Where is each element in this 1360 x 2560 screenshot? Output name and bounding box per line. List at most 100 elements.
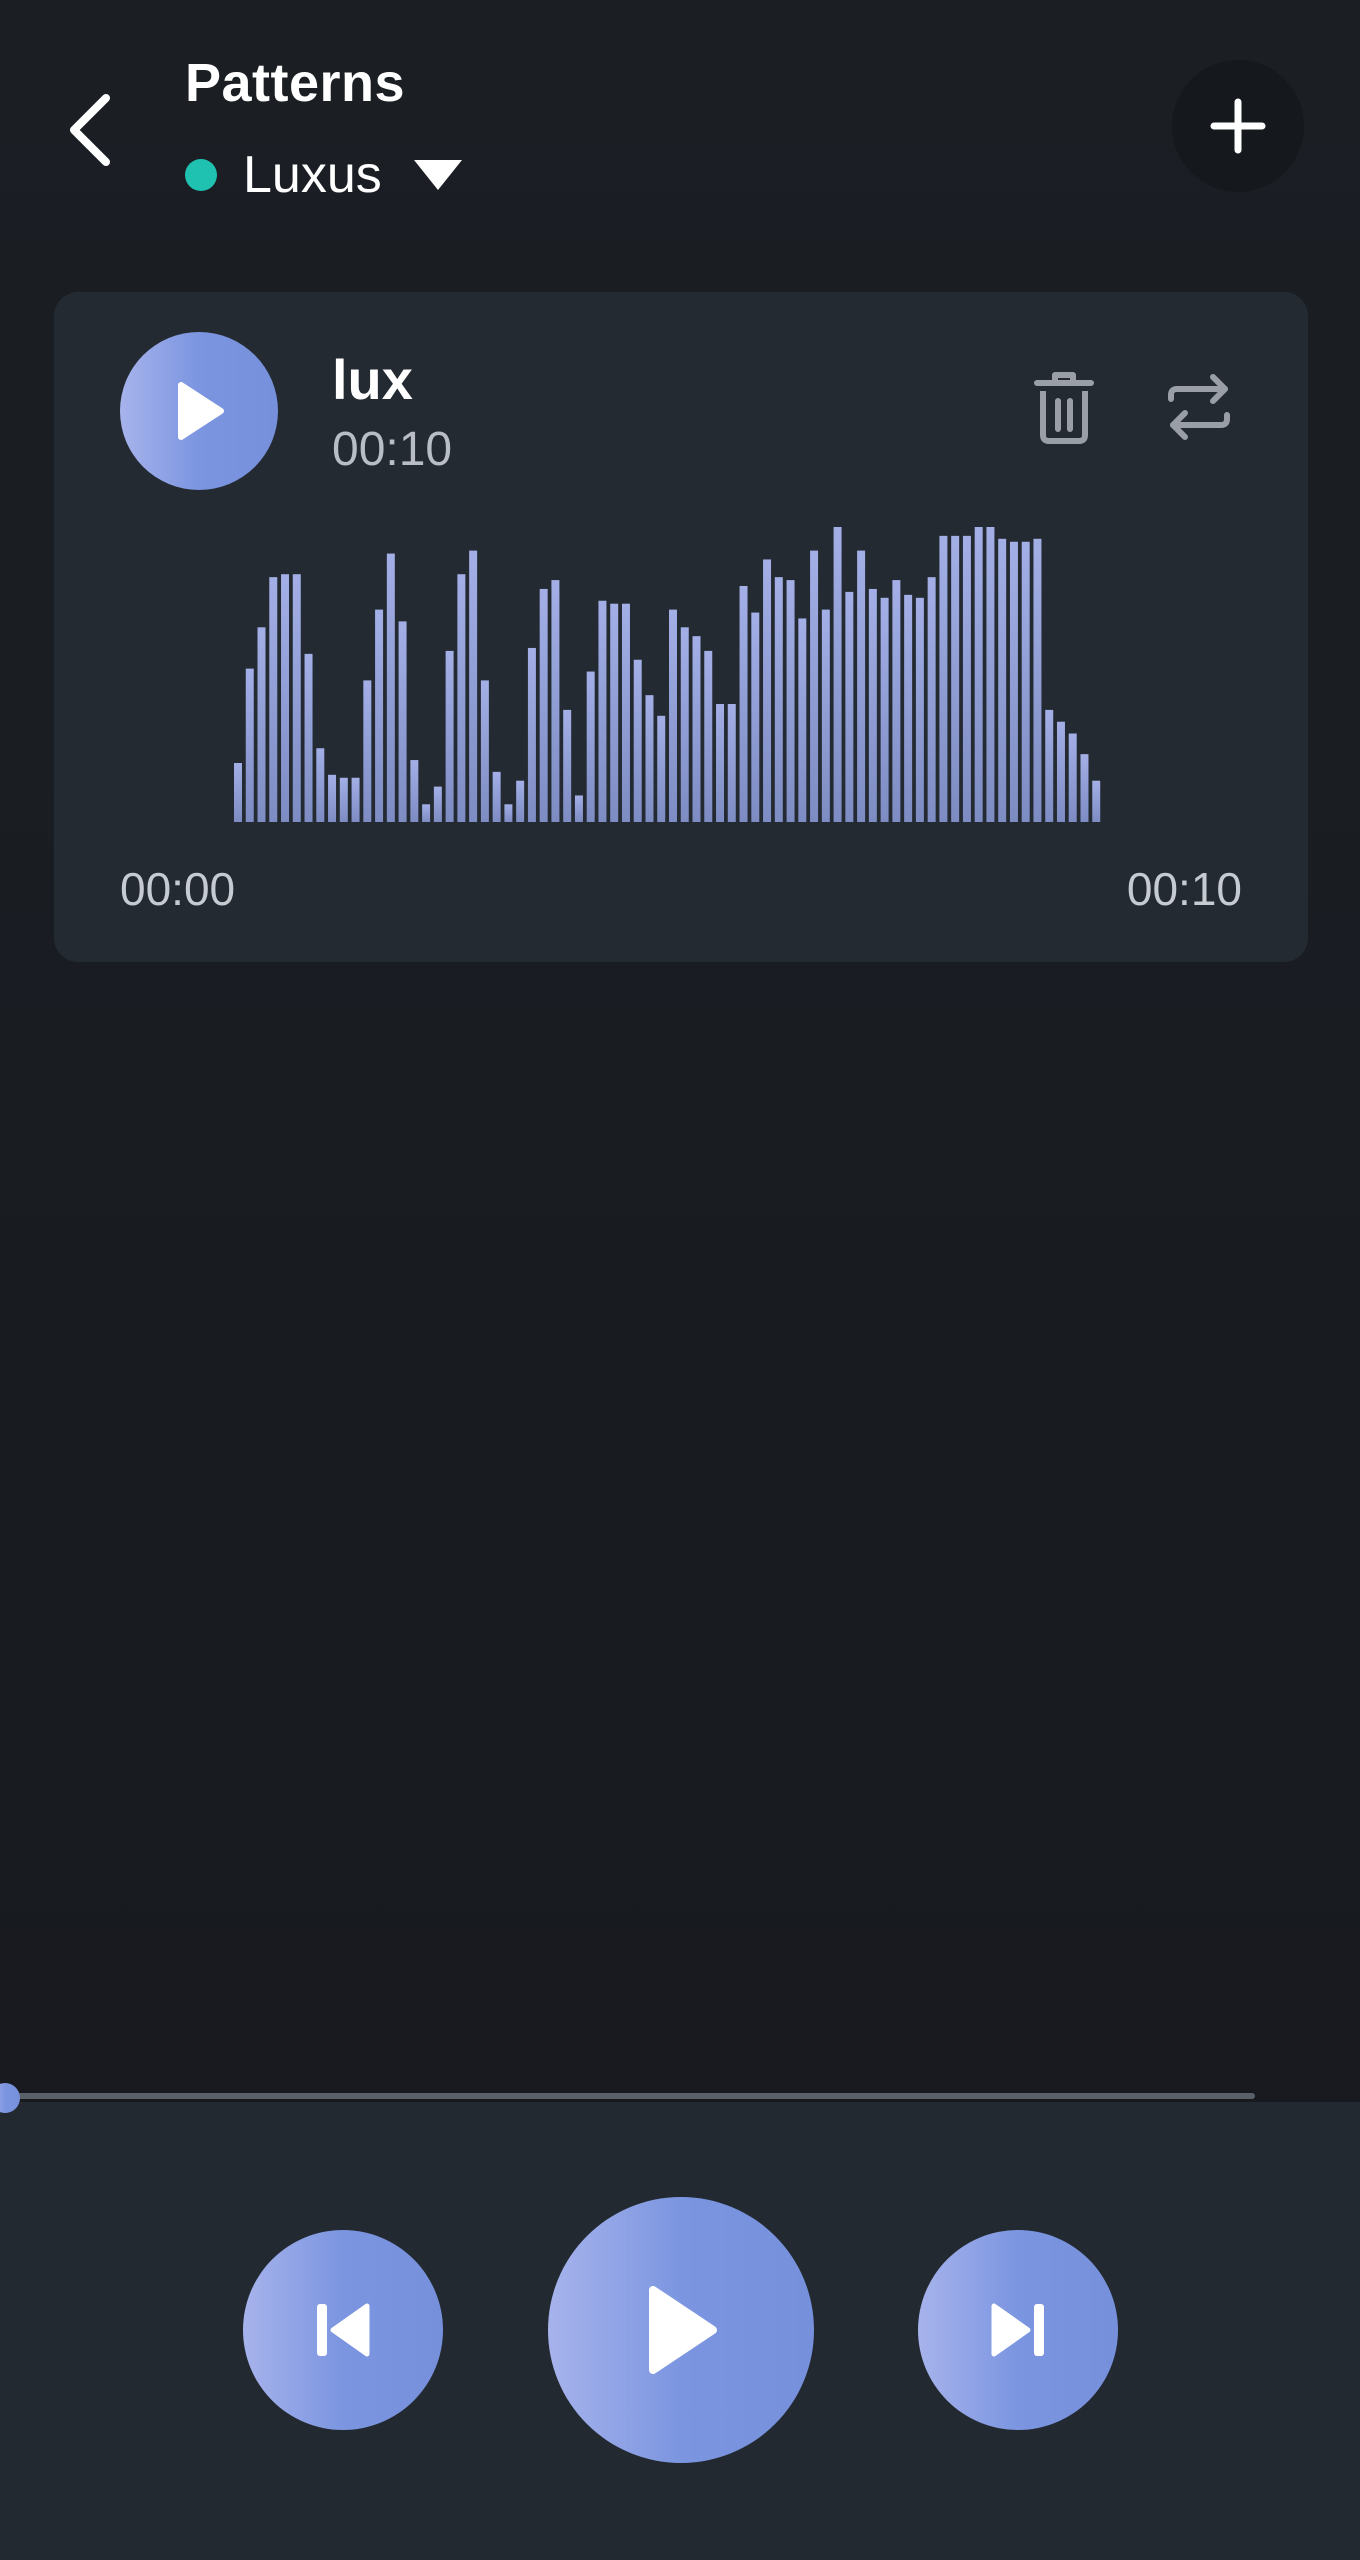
- waveform-bar: [1021, 541, 1030, 822]
- waveform-bar: [539, 588, 548, 822]
- waveform-bar: [1068, 733, 1077, 822]
- waveform-bar: [845, 591, 854, 822]
- waveform-bar: [1080, 754, 1089, 822]
- waveform-bar: [492, 771, 501, 822]
- waveform-bar: [1009, 541, 1018, 822]
- waveform-bar: [810, 550, 819, 822]
- pattern-waveform: [234, 527, 1101, 822]
- waveform-bar: [645, 695, 654, 822]
- waveform-bar: [821, 609, 830, 822]
- waveform-bar: [586, 671, 595, 822]
- device-selector[interactable]: Luxus: [185, 140, 462, 210]
- waveform-bar: [257, 627, 266, 822]
- waveform-bar: [1033, 538, 1042, 822]
- delete-pattern-button[interactable]: [1024, 362, 1104, 452]
- waveform-bar: [245, 668, 254, 822]
- waveform-bar: [433, 786, 442, 822]
- waveform-bar: [833, 527, 842, 822]
- waveform-bar: [739, 586, 748, 822]
- waveform-bar: [798, 618, 807, 822]
- waveform-bar: [563, 709, 572, 822]
- waveform-bar: [1056, 721, 1065, 822]
- waveform-bar: [786, 580, 795, 822]
- waveform-bar: [657, 715, 666, 822]
- waveform-bar: [751, 612, 760, 822]
- waveform-bar: [551, 580, 560, 822]
- waveform-bar: [457, 574, 466, 822]
- pattern-time-end: 00:10: [1126, 863, 1242, 915]
- caret-down-icon: [413, 160, 462, 190]
- waveform-bar: [328, 774, 337, 822]
- waveform-bar: [516, 780, 525, 822]
- page-title: Patterns: [185, 53, 406, 113]
- waveform-bar: [763, 559, 772, 822]
- pattern-play-button[interactable]: [120, 332, 278, 490]
- waveform-bar: [727, 704, 736, 822]
- waveform-bar: [445, 650, 454, 822]
- previous-button[interactable]: [243, 2230, 443, 2430]
- waveform-bar: [304, 653, 313, 822]
- waveform-bar: [410, 760, 419, 822]
- pattern-duration: 00:10: [332, 423, 453, 476]
- waveform-bar: [692, 636, 701, 822]
- pattern-time-start: 00:00: [120, 863, 236, 915]
- waveform-bar: [386, 553, 395, 822]
- add-pattern-button[interactable]: [1172, 60, 1304, 192]
- waveform-bar: [574, 795, 583, 822]
- waveform-bar: [316, 748, 325, 822]
- waveform-bar: [892, 580, 901, 822]
- waveform-bar: [363, 680, 372, 822]
- waveform-bar: [974, 527, 983, 822]
- waveform-bar: [904, 594, 913, 822]
- waveform-bar: [680, 627, 689, 822]
- waveform-bar: [951, 535, 960, 822]
- waveform-bar: [1045, 709, 1054, 822]
- back-button[interactable]: [52, 80, 132, 180]
- play-icon: [178, 382, 224, 440]
- waveform-bar: [527, 647, 536, 822]
- waveform-bar: [774, 577, 783, 822]
- skip-previous-icon: [317, 2303, 370, 2357]
- waveform-bar: [633, 659, 642, 822]
- waveform-bar: [962, 535, 971, 822]
- waveform-bar: [281, 574, 290, 822]
- repeat-icon: [1168, 374, 1230, 440]
- next-button[interactable]: [918, 2230, 1118, 2430]
- waveform-bar: [669, 609, 677, 822]
- waveform-bar: [880, 597, 889, 822]
- pattern-name: lux: [332, 348, 413, 411]
- waveform-bar: [234, 763, 242, 822]
- waveform-bar: [375, 609, 384, 822]
- waveform-bar: [716, 704, 725, 822]
- chevron-left-icon: [70, 94, 110, 166]
- waveform-bar: [986, 527, 995, 822]
- waveform-bar: [927, 577, 936, 822]
- waveform-bar: [704, 650, 713, 822]
- skip-next-icon: [991, 2303, 1044, 2357]
- waveform-bar: [422, 804, 431, 822]
- repeat-pattern-button[interactable]: [1154, 362, 1244, 452]
- waveform-bar: [915, 597, 924, 822]
- waveform-bar: [480, 680, 489, 822]
- trash-icon: [1034, 372, 1094, 444]
- waveform-bar: [339, 777, 348, 822]
- playback-progress-track[interactable]: [0, 2093, 1255, 2099]
- waveform-bar: [1092, 780, 1101, 822]
- patterns-screen: Patterns Luxus lux 00:10 00:00 00:10: [0, 0, 1360, 2560]
- waveform-bar: [269, 577, 278, 822]
- waveform-bar: [598, 600, 607, 822]
- waveform-bar: [504, 804, 513, 822]
- device-status-dot: [185, 159, 217, 191]
- waveform-bar: [398, 621, 407, 822]
- waveform-bar: [610, 603, 619, 822]
- plus-icon: [1210, 98, 1266, 154]
- waveform-bar: [857, 550, 866, 822]
- waveform-bar: [292, 574, 301, 822]
- waveform-bar: [469, 550, 478, 822]
- waveform-bar: [868, 588, 877, 822]
- main-play-button[interactable]: [548, 2197, 814, 2463]
- pattern-card[interactable]: lux 00:10 00:00 00:10: [54, 292, 1308, 962]
- waveform-bar: [621, 603, 630, 822]
- play-icon: [649, 2286, 717, 2374]
- device-name: Luxus: [243, 146, 382, 204]
